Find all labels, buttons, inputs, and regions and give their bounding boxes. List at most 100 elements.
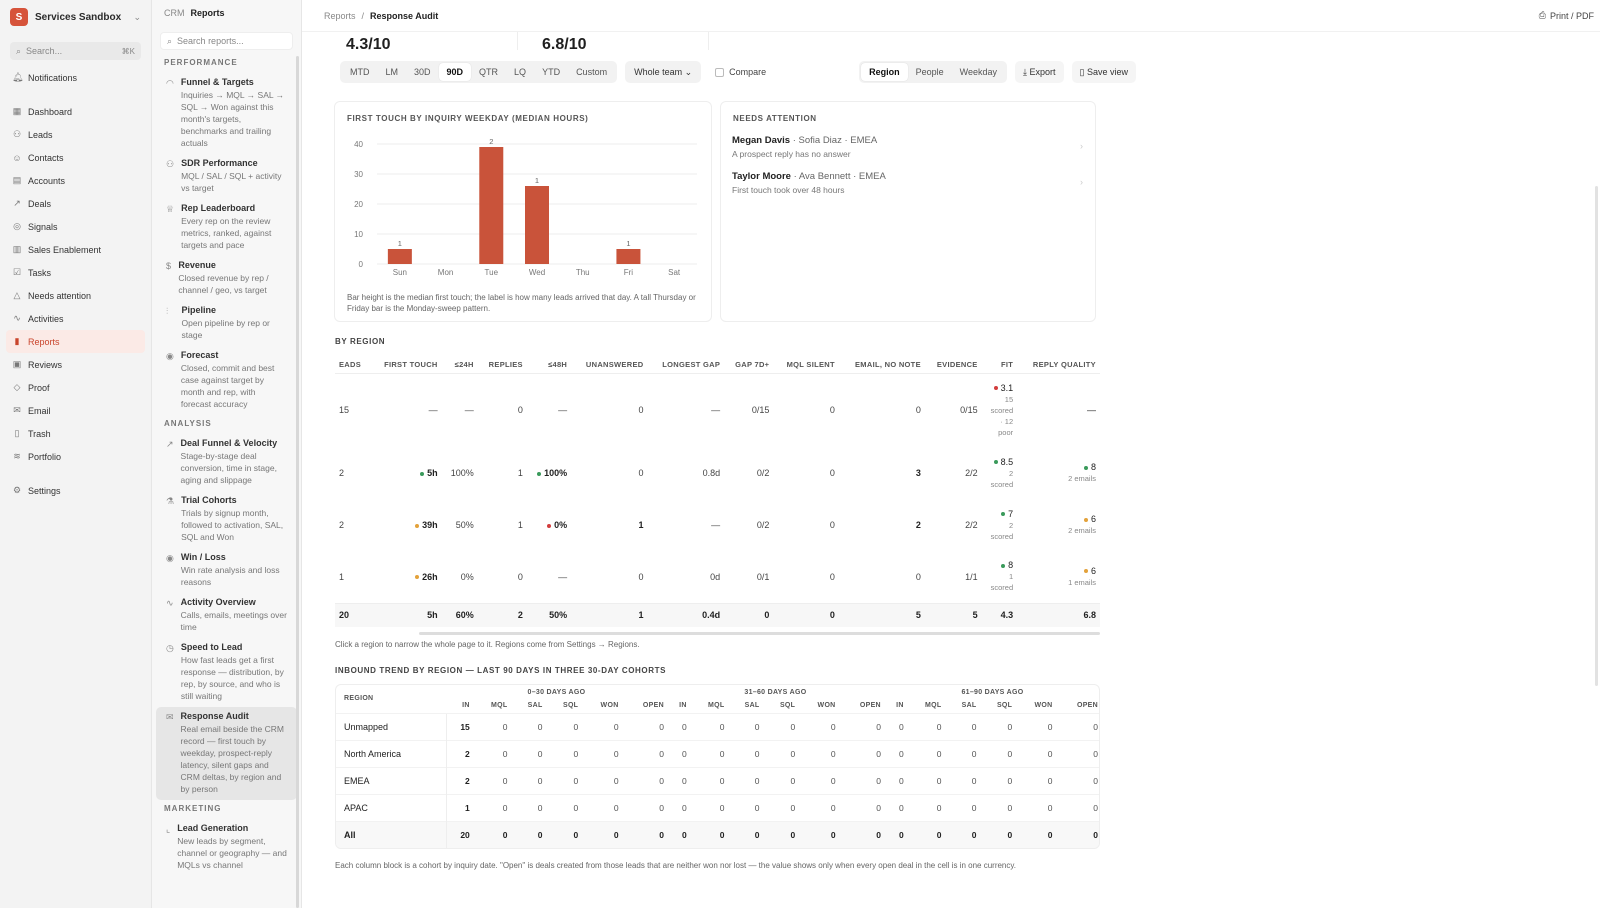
grouping-region[interactable]: Region (861, 63, 908, 81)
trend-row[interactable]: North America 2 0 0 0 0 0 0 0 0 0 0 0 0 0 0 0 0 0 (336, 739, 1099, 767)
trend-row[interactable]: EMEA 2 0 0 0 0 0 0 0 0 0 0 0 0 0 0 0 0 0 (336, 766, 1099, 794)
report-item-revenue[interactable]: $ Revenue Closed revenue by rep / channel … (156, 256, 297, 301)
trend-cell: 0 (621, 793, 667, 821)
trend-cell: 0 (581, 739, 622, 767)
region-row[interactable]: 2 39h 50% 1 0% 1—0/2 0 2 2/2 7 2 scored 6 2 emails (335, 499, 1100, 551)
sidebar-item-signals[interactable]: ◎ Signals (6, 215, 145, 238)
topbar-breadcrumb-root[interactable]: Reports (324, 11, 356, 21)
column-header-evidence[interactable]: EVIDENCE (924, 357, 982, 374)
trend-cell: 0 (689, 793, 728, 821)
trend-row[interactable]: All 20 0 0 0 0 0 0 0 0 0 0 0 0 0 0 0 0 0 (336, 820, 1099, 848)
report-item-rep-leaderboard[interactable]: ♕ Rep Leaderboard Every rep on the review … (156, 199, 297, 256)
report-item-desc: New leads by segment, channel or geograp… (177, 836, 287, 870)
metric-header-won: WON (1034, 702, 1053, 710)
report-item-lead-generation[interactable]: ⌞ Lead Generation New leads by segment, ch… (156, 819, 297, 876)
report-search-input[interactable]: ⌕ Search reports... (160, 32, 293, 50)
report-item-title: Lead Generation (177, 823, 249, 833)
trend-row[interactable]: APAC 1 0 0 0 0 0 0 0 0 0 0 0 0 0 0 0 0 0 (336, 793, 1099, 821)
sidebar-item-deals[interactable]: ↗ Deals (6, 192, 145, 215)
breadcrumb-root[interactable]: CRM (164, 8, 185, 18)
lead-name: Taylor Moore (732, 171, 791, 182)
report-item-response-audit[interactable]: ✉ Response Audit Real email beside the CRM… (156, 707, 297, 800)
report-list-scrollbar[interactable] (296, 56, 299, 908)
status-dot (1083, 569, 1088, 574)
workspace-switcher[interactable]: S Services Sandbox ⌄ (0, 0, 151, 34)
table-horizontal-scrollbar[interactable] (419, 632, 1100, 635)
column-header-eads[interactable]: EADS (335, 357, 370, 374)
sidebar-item-activities[interactable]: ∿ Activities (6, 307, 145, 330)
sidebar-item-settings[interactable]: ⚙ Settings (6, 479, 145, 502)
period-lq[interactable]: LQ (506, 63, 534, 81)
report-item-speed-to-lead[interactable]: ◷ Speed to Lead How fast leads get a first… (156, 638, 297, 707)
needs-attention-item[interactable]: Taylor Moore · Ava Bennett · EMEA First t… (721, 171, 1095, 195)
main-scrollbar[interactable] (1595, 186, 1598, 686)
sidebar-item-trash[interactable]: ▯ Trash (6, 422, 145, 445)
bar-fri[interactable] (616, 249, 641, 264)
save-view-button[interactable]: ▯ Save view (1071, 61, 1136, 83)
column-header-email-no-note[interactable]: EMAIL, NO NOTE (838, 357, 925, 374)
sidebar-item-needs-attention[interactable]: △ Needs attention (6, 284, 145, 307)
report-item-funnel-targets[interactable]: ◠ Funnel & Targets Inquiries → MQL → SAL →… (156, 73, 297, 154)
trend-cell: 0 (1055, 712, 1099, 740)
column-header-gap-7d[interactable]: GAP 7D+ (724, 357, 774, 374)
period-30d[interactable]: 30D (406, 63, 439, 81)
sidebar-item-contacts[interactable]: ☺ Contacts (6, 146, 145, 169)
column-header-48h[interactable]: ≤48H (526, 357, 572, 374)
sidebar-item-sales-enablement[interactable]: ▥ Sales Enablement (6, 238, 145, 261)
trend-cell: 0 (727, 793, 763, 821)
column-header-reply-quality[interactable]: REPLY QUALITY (1017, 357, 1100, 374)
grouping-people[interactable]: People (908, 63, 952, 81)
period-ytd[interactable]: YTD (534, 63, 568, 81)
needs-attention-item[interactable]: Megan Davis · Sofia Diaz · EMEA A prospec… (721, 135, 1095, 159)
sidebar-item-accounts[interactable]: ▤ Accounts (6, 169, 145, 192)
column-header-unanswered[interactable]: UNANSWERED (571, 357, 648, 374)
report-item-activity-overview[interactable]: ∿ Activity Overview Calls, emails, meeting… (156, 593, 297, 638)
trend-region-name: EMEA (336, 766, 446, 794)
region-row[interactable]: 1 26h 0% 0—0 0d 0/1 0 0 1/1 8 1 scored 6 1 emails (335, 551, 1100, 603)
sidebar-item-leads[interactable]: ⚇ Leads (6, 123, 145, 146)
grouping-weekday[interactable]: Weekday (952, 63, 1005, 81)
period-lm[interactable]: LM (378, 63, 407, 81)
column-header-replies[interactable]: REPLIES (477, 357, 527, 374)
report-item-trial-cohorts[interactable]: ⚗ Trial Cohorts Trials by signup month, fo… (156, 491, 297, 548)
export-button[interactable]: ⤓ Export (1015, 61, 1064, 83)
period-qtr[interactable]: QTR (471, 63, 506, 81)
column-header-24h[interactable]: ≤24H (441, 357, 478, 374)
print-button[interactable]: ⎙ Print / PDF (1539, 10, 1594, 21)
column-header-first-touch[interactable]: FIRST TOUCH (369, 357, 442, 374)
report-item-pipeline[interactable]: ⫶ Pipeline Open pipeline by rep or stage (156, 301, 297, 346)
sidebar-item-portfolio[interactable]: ≋ Portfolio (6, 445, 145, 468)
bar-sun[interactable] (387, 249, 412, 264)
sidebar-item-label: Activities (28, 313, 64, 324)
sidebar-item-proof[interactable]: ◇ Proof (6, 376, 145, 399)
compare-toggle[interactable]: Compare (715, 67, 766, 77)
trend-row[interactable]: Unmapped 15 0 0 0 0 0 0 0 0 0 0 0 0 0 0 0 0 0 (336, 712, 1099, 740)
sidebar-item-email[interactable]: ✉ Email (6, 399, 145, 422)
column-header-mql-silent[interactable]: MQL SILENT (773, 357, 839, 374)
column-header-fit[interactable]: FIT (981, 357, 1018, 374)
trend-cell: 0 (727, 820, 763, 848)
cohort-header: 61–90 DAYS AGO (961, 688, 1024, 696)
team-dropdown[interactable]: Whole team ⌄ (625, 61, 702, 83)
region-row[interactable]: 2 5h 100% 1 100% 0 0.8d 0/2 0 3 2/2 8.5 2 scored 8 2 em… (335, 447, 1100, 499)
sidebar-item-tasks[interactable]: ☑ Tasks (6, 261, 145, 284)
compare-checkbox[interactable] (715, 67, 725, 77)
region-row[interactable]: 15— —0—0—0/15 0 0 0/15 3.1 15 scored · 12 poor — (335, 373, 1100, 447)
period-mtd[interactable]: MTD (342, 63, 378, 81)
report-item-forecast[interactable]: ◉ Forecast Closed, commit and best case ag… (156, 346, 297, 415)
sidebar-item-notifications[interactable]: 🔔︎ Notifications (6, 66, 145, 89)
sidebar-item-reviews[interactable]: ▣ Reviews (6, 353, 145, 376)
sidebar-item-dashboard[interactable]: ▦ Dashboard (6, 100, 145, 123)
report-item-win-loss[interactable]: ◉ Win / Loss Win rate analysis and loss re… (156, 548, 297, 593)
bar-wed[interactable] (525, 186, 549, 264)
print-label: Print / PDF (1549, 10, 1594, 21)
report-item-deal-funnel-velocity[interactable]: ↗ Deal Funnel & Velocity Stage-by-stage de… (156, 434, 297, 491)
period-custom[interactable]: Custom (568, 63, 615, 81)
report-item-sdr-performance[interactable]: ⚇ SDR Performance MQL / SAL / SQL + activi… (156, 154, 297, 199)
column-header-longest-gap[interactable]: LONGEST GAP (647, 357, 725, 374)
sidebar-item-reports[interactable]: ▮ Reports (6, 330, 145, 353)
cohort-header: 0–30 DAYS AGO (527, 688, 586, 696)
bar-tue[interactable] (479, 147, 504, 264)
period-90d[interactable]: 90D (438, 63, 472, 81)
global-search[interactable]: ⌕ Search... ⌘K (10, 42, 141, 60)
